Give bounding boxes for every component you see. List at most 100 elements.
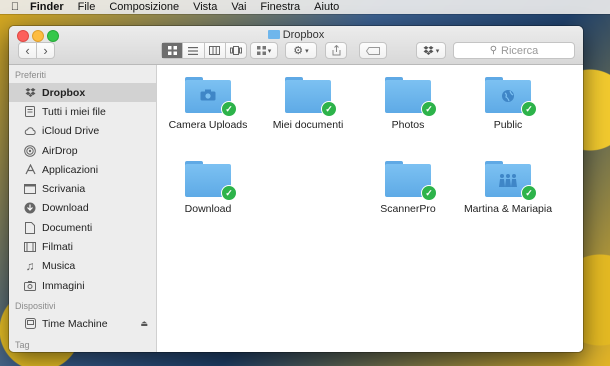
menu-vista[interactable]: Vista	[193, 0, 217, 14]
sidebar-item-label: Dropbox	[42, 86, 86, 99]
documents-icon	[24, 221, 36, 234]
chevron-left-icon: ‹	[25, 43, 30, 58]
sidebar-item-music[interactable]: ♫ Musica	[9, 257, 156, 276]
sidebar-section-devices: Dispositivi	[15, 301, 56, 312]
sync-check-icon: ✓	[421, 101, 437, 117]
arrange-button[interactable]: ▾	[250, 42, 278, 59]
sidebar-item-applications[interactable]: Applicazioni	[9, 160, 156, 179]
back-forward-group: ‹ ›	[18, 42, 55, 59]
all-files-icon	[24, 106, 36, 118]
eject-icon[interactable]: ⏏	[140, 319, 148, 328]
columns-icon	[209, 46, 221, 55]
sidebar-item-time-machine[interactable]: Time Machine ⏏	[9, 314, 156, 333]
list-view-button[interactable]	[183, 43, 205, 58]
sidebar-item-label: Immagini	[42, 279, 85, 292]
pictures-icon	[24, 280, 36, 292]
folder-label: Martina & Mariapia	[463, 203, 553, 215]
dropbox-menu-button[interactable]: ▾	[416, 42, 446, 59]
menu-aiuto[interactable]: Aiuto	[314, 0, 339, 14]
music-icon: ♫	[25, 259, 35, 274]
folder-item[interactable]: ✓ Camera Uploads	[158, 77, 258, 131]
folder-icon: ✓	[385, 77, 437, 117]
sidebar-item-icloud-drive[interactable]: iCloud Drive	[9, 122, 156, 141]
dropbox-icon	[24, 87, 36, 99]
folder-icon: ✓	[285, 77, 337, 117]
coverflow-view-button[interactable]	[226, 43, 246, 58]
forward-button[interactable]: ›	[37, 43, 54, 58]
tag-icon	[366, 46, 380, 55]
icon-grid-icon	[167, 46, 177, 55]
menu-composizione[interactable]: Composizione	[109, 0, 179, 14]
sidebar-item-documents[interactable]: Documenti	[9, 218, 156, 237]
folder-icon: ✓	[485, 77, 537, 117]
sidebar-item-label: Download	[42, 202, 89, 215]
sidebar-item-download[interactable]: Download	[9, 199, 156, 218]
view-mode-group	[161, 42, 247, 59]
title-bar: Dropbox ‹ › ▾ ⚙ ▾ ▾ ⚲ Ricerca	[9, 26, 583, 65]
folder-icon: ✓	[385, 161, 437, 201]
sidebar-item-movies[interactable]: Filmati	[9, 237, 156, 256]
sync-check-icon: ✓	[221, 185, 237, 201]
download-icon	[24, 202, 36, 214]
gear-icon: ⚙	[293, 45, 304, 57]
arrange-grid-icon	[256, 46, 266, 55]
sidebar-item-dropbox[interactable]: Dropbox	[9, 83, 156, 103]
apple-logo-icon[interactable]: 	[0, 1, 30, 13]
folder-label: Download	[184, 203, 232, 215]
sidebar-item-label: Musica	[42, 260, 76, 273]
menu-vai[interactable]: Vai	[231, 0, 246, 14]
sidebar-item-desktop[interactable]: Scrivania	[9, 179, 156, 198]
folder-icon: ✓	[185, 77, 237, 117]
menu-finestra[interactable]: Finestra	[260, 0, 300, 14]
dropbox-icon	[423, 45, 434, 55]
sidebar-item-airdrop[interactable]: AirDrop	[9, 141, 156, 160]
coverflow-icon	[229, 46, 242, 55]
chevron-down-icon: ▾	[267, 47, 272, 55]
folder-item[interactable]: ✓ ScannerPro	[358, 161, 458, 215]
menu-file[interactable]: File	[78, 0, 96, 14]
search-input[interactable]: ⚲ Ricerca	[453, 42, 575, 59]
folder-label: Camera Uploads	[168, 119, 248, 131]
sync-check-icon: ✓	[421, 185, 437, 201]
sidebar-item-all-files[interactable]: Tutti i miei file	[9, 102, 156, 121]
icon-view-button[interactable]	[162, 43, 184, 58]
sync-check-icon: ✓	[321, 101, 337, 117]
airdrop-icon	[24, 144, 36, 157]
sidebar: Preferiti Dropbox Tutti i miei file iClo…	[9, 65, 157, 352]
folder-icon: ✓	[485, 161, 537, 201]
share-button[interactable]	[325, 42, 347, 59]
folder-item[interactable]: ✓ Photos	[358, 77, 458, 131]
folder-label: Public	[493, 119, 523, 131]
time-machine-icon	[24, 318, 36, 330]
folder-label: Photos	[391, 119, 425, 131]
folder-icon: ✓	[185, 161, 237, 201]
folder-item[interactable]: ✓ Martina & Mariapia	[458, 161, 558, 215]
sync-check-icon: ✓	[521, 185, 537, 201]
camera-icon	[185, 89, 231, 103]
edit-tags-button[interactable]	[359, 42, 387, 59]
folder-item[interactable]: ✓ Miei documenti	[258, 77, 358, 131]
search-placeholder: Ricerca	[501, 44, 539, 57]
column-view-button[interactable]	[205, 43, 226, 58]
sidebar-item-pictures[interactable]: Immagini	[9, 276, 156, 295]
search-icon: ⚲	[489, 45, 498, 56]
folder-item[interactable]: ✓ Download	[158, 161, 258, 215]
back-button[interactable]: ‹	[19, 43, 37, 58]
chevron-down-icon: ▾	[305, 47, 309, 55]
sidebar-section-tags: Tag	[15, 339, 30, 350]
menu-bar:  Finder File Composizione Vista Vai Fin…	[0, 0, 610, 14]
sidebar-item-label: Applicazioni	[42, 163, 99, 176]
folder-item[interactable]: ✓ Public	[458, 77, 558, 131]
window-title-text: Dropbox	[282, 29, 325, 41]
folder-label: Miei documenti	[272, 119, 344, 131]
sidebar-item-label: Tutti i miei file	[42, 105, 106, 118]
action-menu-button[interactable]: ⚙ ▾	[285, 42, 317, 59]
sidebar-item-label: Scrivania	[42, 183, 86, 196]
sidebar-section-favorites: Preferiti	[15, 70, 47, 80]
sync-check-icon: ✓	[521, 101, 537, 117]
menu-finder[interactable]: Finder	[30, 0, 64, 14]
list-lines-icon	[188, 46, 199, 55]
folder-label: ScannerPro	[380, 203, 436, 215]
desktop-icon	[24, 183, 36, 195]
file-browser-area: ✓ Camera Uploads ✓ Miei documenti ✓ Phot…	[157, 65, 583, 352]
